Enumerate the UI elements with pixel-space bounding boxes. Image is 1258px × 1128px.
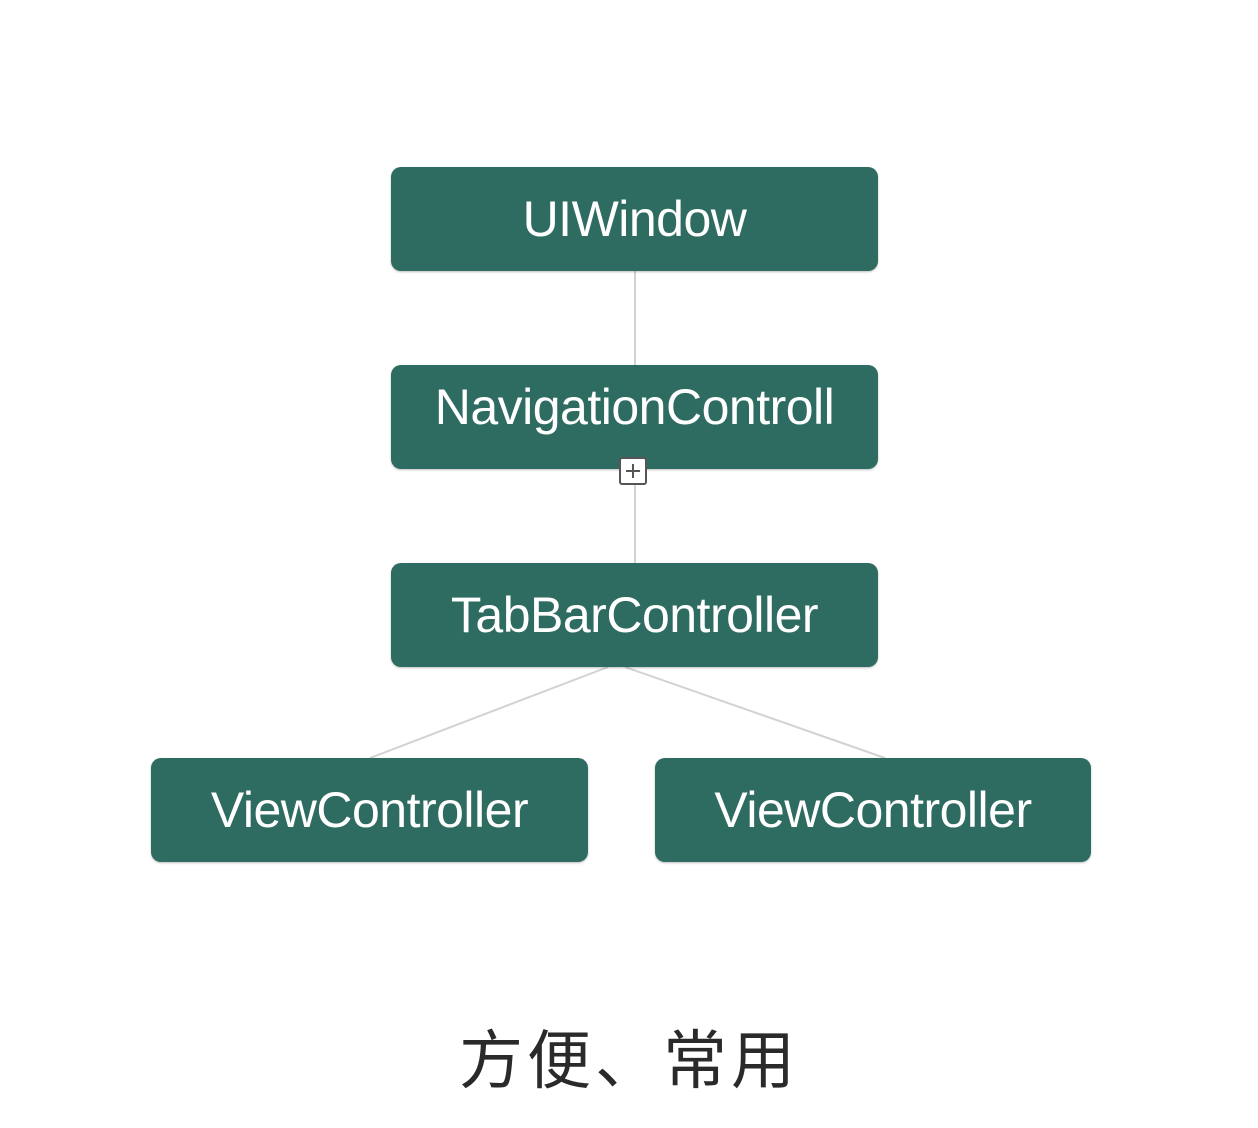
connector-tabbar-viewcontroller-right bbox=[624, 666, 886, 759]
node-viewcontroller-left-label: ViewController bbox=[210, 782, 529, 838]
caption-text: 方便、常用 bbox=[459, 1025, 799, 1099]
node-tabbar-controller: TabBarController bbox=[391, 563, 878, 667]
node-viewcontroller-left: ViewController bbox=[151, 758, 588, 862]
node-viewcontroller-right-label: ViewController bbox=[714, 782, 1032, 838]
node-uiwindow-label: UIWindow bbox=[522, 191, 747, 247]
connector-tabbar-viewcontroller-left bbox=[369, 666, 609, 759]
node-viewcontroller-right: ViewController bbox=[655, 758, 1091, 862]
node-uiwindow: UIWindow bbox=[391, 167, 878, 271]
node-tabbar-controller-label: TabBarController bbox=[450, 587, 819, 643]
node-navigation-controller: NavigationControll bbox=[391, 365, 878, 469]
expand-plus-icon[interactable] bbox=[619, 457, 647, 485]
node-navigation-controller-label: NavigationControll bbox=[434, 379, 835, 435]
